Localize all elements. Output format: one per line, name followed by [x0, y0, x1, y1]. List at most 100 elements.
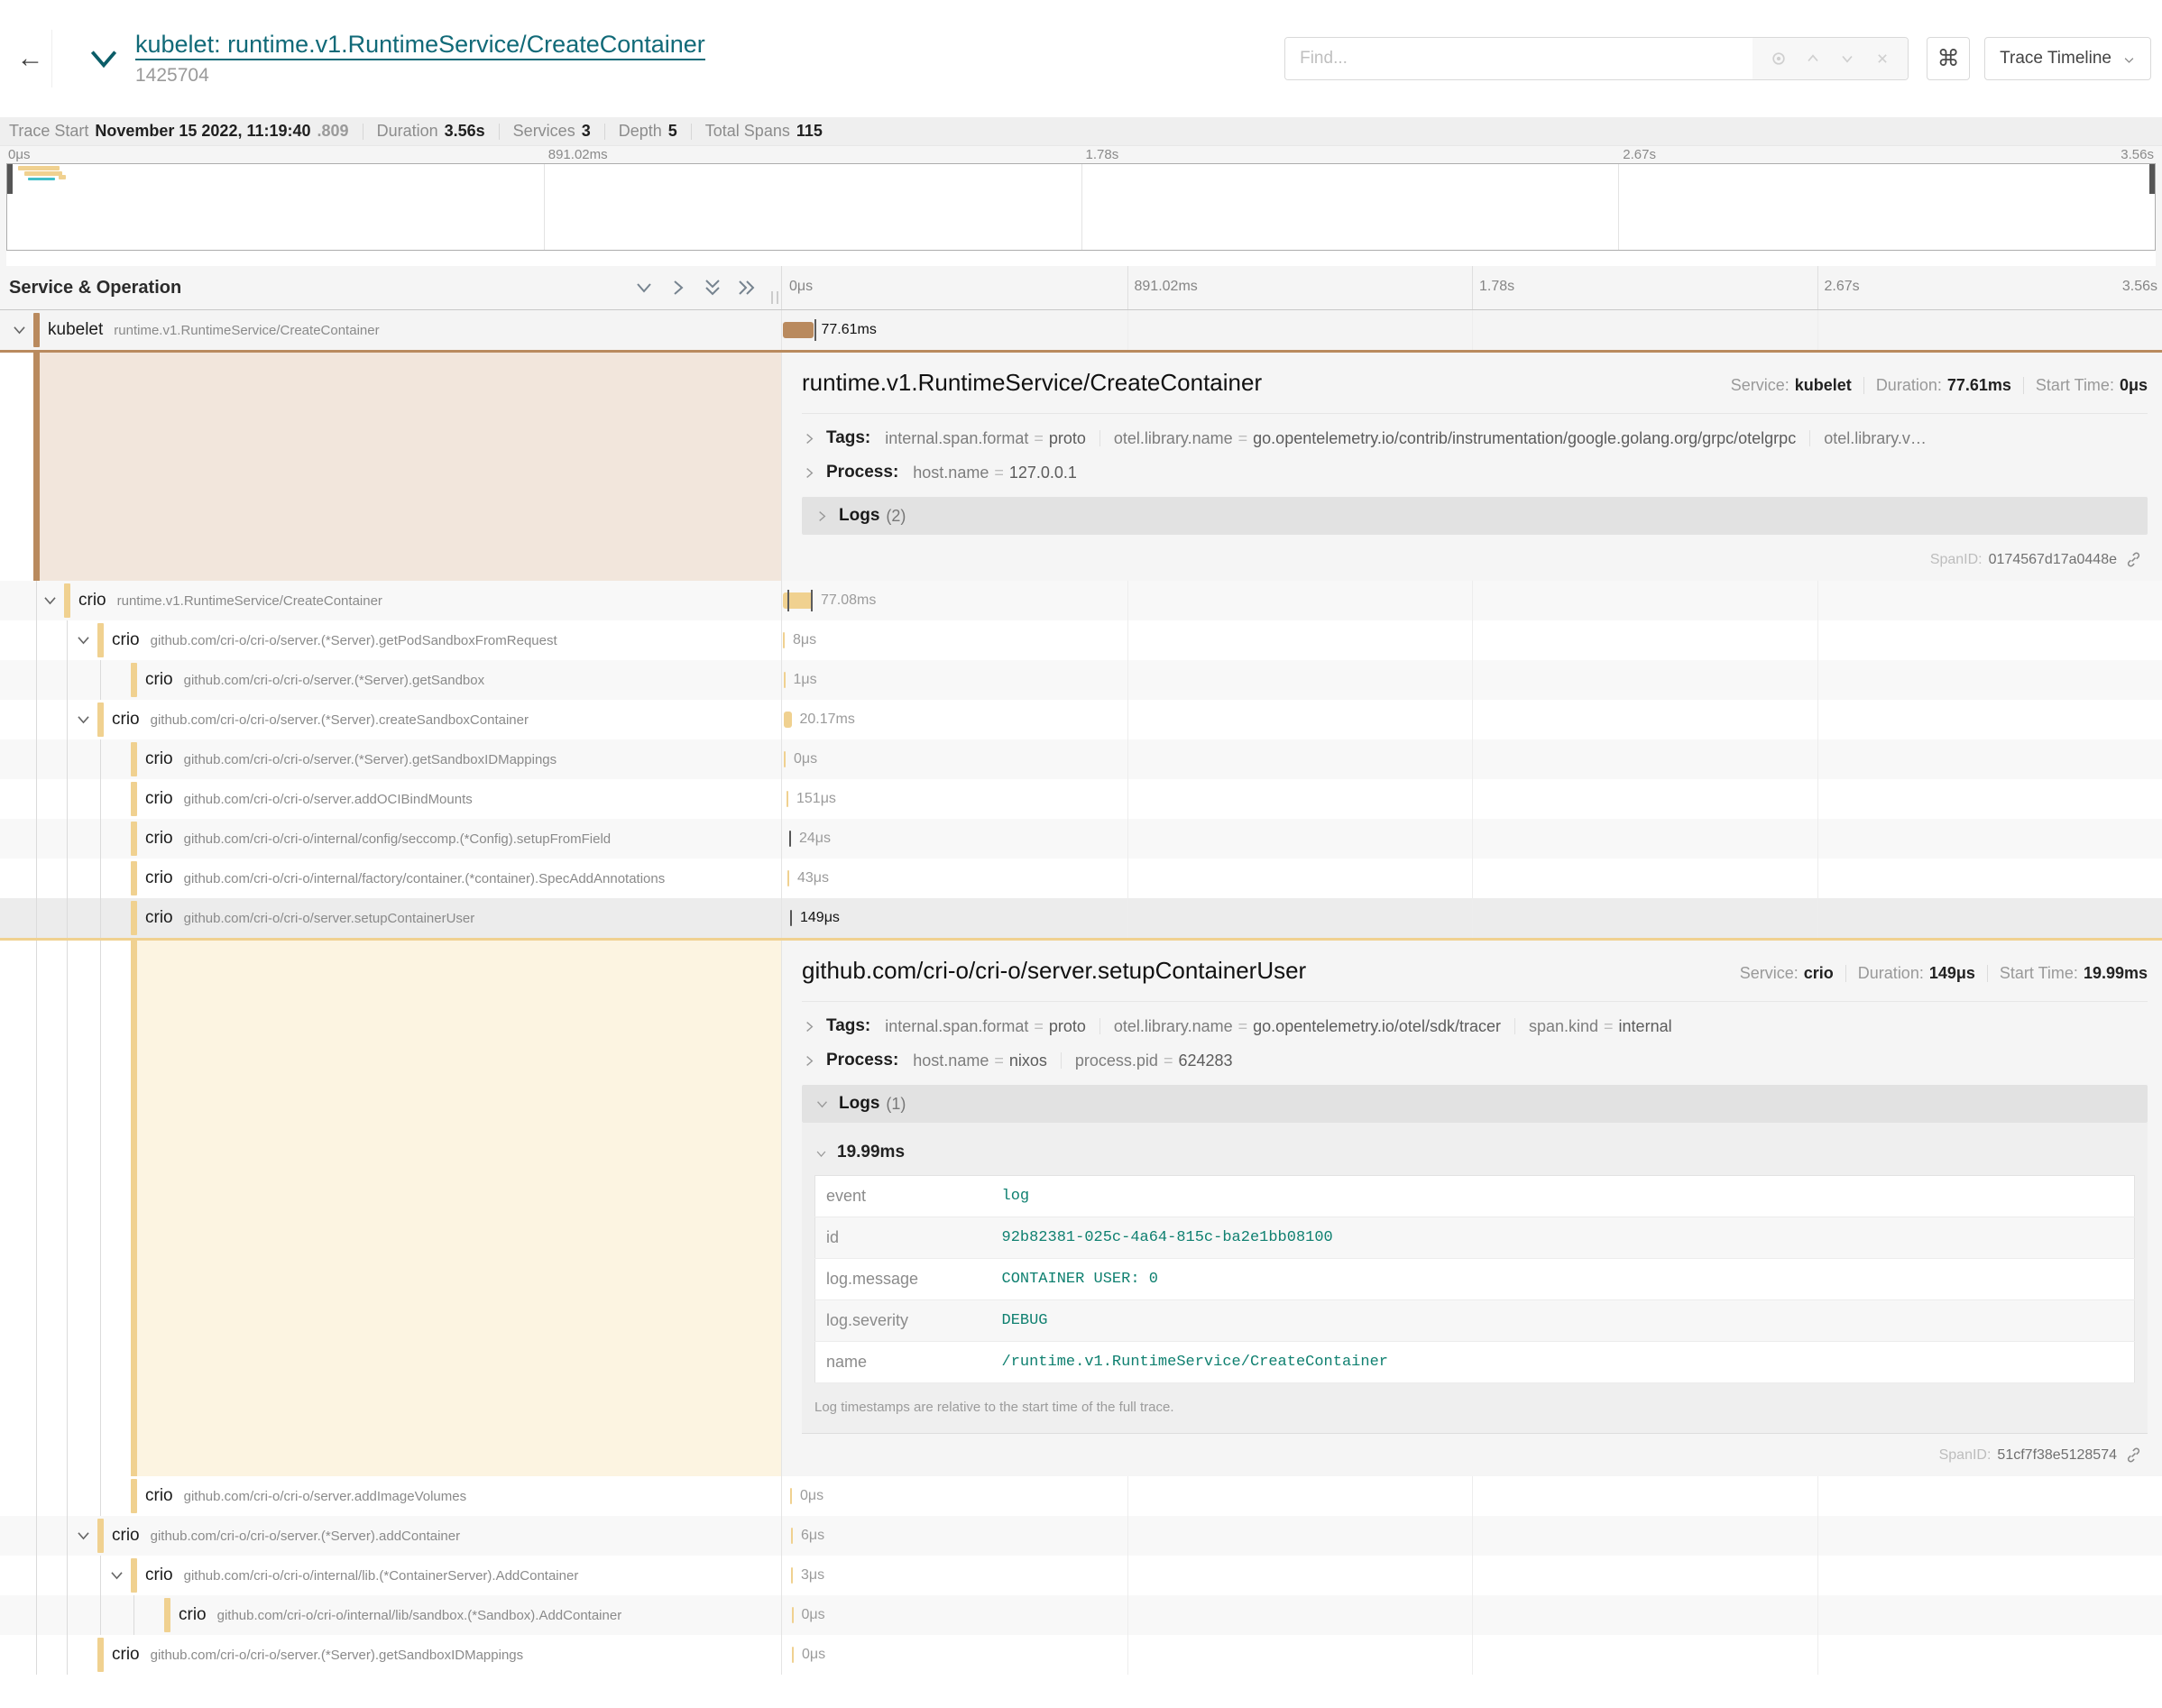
span-name-cell[interactable]: criogithub.com/cri-o/cri-o/server.(*Serv… [0, 620, 782, 660]
span-row[interactable]: criogithub.com/cri-o/cri-o/server.(*Serv… [0, 1516, 2162, 1556]
expand-tags-icon[interactable] [802, 431, 817, 446]
span-row[interactable]: criogithub.com/cri-o/cri-o/server.(*Serv… [0, 700, 2162, 739]
back-button[interactable]: ← [9, 30, 52, 87]
service-name: crio [112, 710, 140, 730]
detail-meta-value: 0μs [2120, 376, 2148, 395]
expand-one-icon[interactable] [667, 277, 689, 298]
span-timeline-cell[interactable]: 0μs [782, 1635, 2162, 1675]
span-duration-bar[interactable] [784, 712, 792, 728]
minimap-right-scrub-handle[interactable] [2149, 164, 2155, 194]
expand-all-icon[interactable] [736, 277, 758, 298]
span-name-cell[interactable]: kubeletruntime.v1.RuntimeService/CreateC… [0, 310, 782, 350]
tags-row[interactable]: Tags:internal.span.format=protootel.libr… [802, 428, 2148, 448]
span-timeline-cell[interactable]: 151μs [782, 779, 2162, 819]
collapse-children-icon[interactable] [41, 592, 59, 610]
span-name-cell[interactable]: criogithub.com/cri-o/cri-o/server.(*Serv… [0, 739, 782, 779]
span-name-cell[interactable]: criogithub.com/cri-o/cri-o/server.setupC… [0, 898, 782, 938]
span-row[interactable]: criogithub.com/cri-o/cri-o/internal/lib/… [0, 1595, 2162, 1635]
span-timeline-cell[interactable]: 6μs [782, 1516, 2162, 1556]
logs-accordion[interactable]: Logs(2) [802, 497, 2148, 535]
key-value: otel.library.v… [1824, 429, 1927, 448]
minimap-left-scrub-handle[interactable] [7, 164, 13, 194]
expand-process-icon[interactable] [802, 465, 817, 481]
collapse-children-icon[interactable] [75, 712, 92, 729]
next-match-icon[interactable] [1838, 50, 1856, 68]
timeline-gridline [1127, 1595, 1128, 1635]
collapse-children-icon[interactable] [75, 632, 92, 649]
span-timeline-cell[interactable]: 0μs [782, 739, 2162, 779]
process-row[interactable]: Process:host.name=nixosprocess.pid=62428… [802, 1051, 2148, 1070]
expand-tags-icon[interactable] [802, 1019, 817, 1034]
span-duration-bar[interactable] [784, 672, 786, 688]
span-row[interactable]: criogithub.com/cri-o/cri-o/internal/conf… [0, 819, 2162, 859]
view-type-dropdown[interactable]: Trace Timeline [1984, 37, 2151, 80]
span-duration-bar[interactable] [791, 1528, 793, 1544]
span-duration-bar[interactable] [789, 831, 791, 847]
log-entry-toggle[interactable]: 19.99ms [814, 1143, 2135, 1162]
minimap-canvas[interactable] [6, 163, 2156, 251]
span-name-cell[interactable]: criogithub.com/cri-o/cri-o/server.(*Serv… [0, 1516, 782, 1556]
logs-accordion[interactable]: Logs(1) [802, 1085, 2148, 1123]
span-row[interactable]: criogithub.com/cri-o/cri-o/server.(*Serv… [0, 739, 2162, 779]
span-row[interactable]: kubeletruntime.v1.RuntimeService/CreateC… [0, 310, 2162, 350]
span-row[interactable]: criogithub.com/cri-o/cri-o/server.(*Serv… [0, 620, 2162, 660]
span-timeline-cell[interactable]: 1μs [782, 660, 2162, 700]
span-timeline-cell[interactable]: 149μs [782, 898, 2162, 938]
collapse-one-icon[interactable] [633, 277, 655, 298]
span-timeline-cell[interactable]: 0μs [782, 1476, 2162, 1516]
span-duration-bar[interactable] [783, 632, 785, 648]
span-name-cell[interactable]: criogithub.com/cri-o/cri-o/server.(*Serv… [0, 660, 782, 700]
tags-row[interactable]: Tags:internal.span.format=protootel.libr… [802, 1016, 2148, 1036]
find-input[interactable] [1285, 38, 1753, 79]
span-name-cell[interactable]: crioruntime.v1.RuntimeService/CreateCont… [0, 581, 782, 620]
span-row[interactable]: criogithub.com/cri-o/cri-o/server.addOCI… [0, 779, 2162, 819]
span-row[interactable]: criogithub.com/cri-o/cri-o/internal/fact… [0, 859, 2162, 898]
span-name-cell[interactable]: criogithub.com/cri-o/cri-o/server.(*Serv… [0, 700, 782, 739]
span-duration-bar[interactable] [784, 751, 786, 767]
span-duration-bar[interactable] [783, 322, 814, 338]
span-duration-bar[interactable] [792, 1647, 794, 1663]
trace-title-link[interactable]: kubelet: runtime.v1.RuntimeService/Creat… [135, 31, 705, 60]
span-name-cell[interactable]: criogithub.com/cri-o/cri-o/internal/fact… [0, 859, 782, 898]
span-duration-bar[interactable] [792, 1607, 794, 1623]
span-timeline-cell[interactable]: 8μs [782, 620, 2162, 660]
span-row[interactable]: criogithub.com/cri-o/cri-o/server.(*Serv… [0, 660, 2162, 700]
span-timeline-cell[interactable]: 20.17ms [782, 700, 2162, 739]
span-row[interactable]: criogithub.com/cri-o/cri-o/server.(*Serv… [0, 1635, 2162, 1675]
span-name-cell[interactable]: criogithub.com/cri-o/cri-o/server.addIma… [0, 1476, 782, 1516]
process-row[interactable]: Process:host.name=127.0.0.1 [802, 463, 2148, 482]
span-row[interactable]: criogithub.com/cri-o/cri-o/internal/lib.… [0, 1556, 2162, 1595]
link-icon[interactable] [2125, 551, 2142, 568]
span-duration-bar[interactable] [787, 870, 789, 886]
span-name-cell[interactable]: criogithub.com/cri-o/cri-o/internal/lib/… [0, 1595, 782, 1635]
span-timeline-cell[interactable]: 77.61ms [782, 310, 2162, 350]
trace-title-chevron-icon[interactable] [87, 44, 121, 73]
link-icon[interactable] [2125, 1446, 2142, 1464]
span-timeline-cell[interactable]: 0μs [782, 1595, 2162, 1635]
column-resizer-handle[interactable] [771, 291, 778, 304]
collapse-children-icon[interactable] [108, 1567, 125, 1584]
span-timeline-cell[interactable]: 24μs [782, 819, 2162, 859]
span-timeline-cell[interactable]: 77.08ms [782, 581, 2162, 620]
span-row[interactable]: criogithub.com/cri-o/cri-o/server.setupC… [0, 898, 2162, 938]
span-timeline-cell[interactable]: 3μs [782, 1556, 2162, 1595]
span-name-cell[interactable]: criogithub.com/cri-o/cri-o/server.(*Serv… [0, 1635, 782, 1675]
span-name-cell[interactable]: criogithub.com/cri-o/cri-o/server.addOCI… [0, 779, 782, 819]
locate-icon[interactable] [1770, 50, 1788, 68]
collapse-children-icon[interactable] [11, 322, 28, 339]
span-duration-bar[interactable] [787, 791, 788, 807]
span-name-cell[interactable]: criogithub.com/cri-o/cri-o/internal/conf… [0, 819, 782, 859]
prev-match-icon[interactable] [1804, 50, 1822, 68]
span-row[interactable]: crioruntime.v1.RuntimeService/CreateCont… [0, 581, 2162, 620]
span-row[interactable]: criogithub.com/cri-o/cri-o/server.addIma… [0, 1476, 2162, 1516]
span-duration-bar[interactable] [790, 910, 792, 926]
collapse-all-icon[interactable] [702, 277, 723, 298]
span-timeline-cell[interactable]: 43μs [782, 859, 2162, 898]
clear-search-icon[interactable] [1873, 50, 1891, 68]
span-duration-bar[interactable] [790, 1488, 792, 1504]
expand-process-icon[interactable] [802, 1053, 817, 1069]
keyboard-shortcuts-button[interactable]: ⌘ [1927, 37, 1970, 80]
collapse-children-icon[interactable] [75, 1528, 92, 1545]
span-duration-bar[interactable] [791, 1567, 793, 1584]
span-name-cell[interactable]: criogithub.com/cri-o/cri-o/internal/lib.… [0, 1556, 782, 1595]
